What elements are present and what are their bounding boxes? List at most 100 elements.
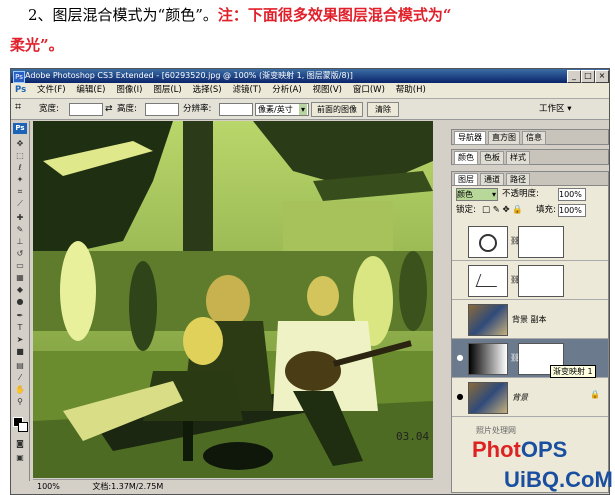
menu-analysis[interactable]: 分析(A) <box>268 83 305 98</box>
pen-icon[interactable]: ✒ <box>14 311 26 320</box>
menu-select[interactable]: 选择(S) <box>189 83 226 98</box>
status-bar: 100% 文档:1.37M/2.75M <box>33 479 433 494</box>
resolution-input[interactable] <box>219 103 253 116</box>
dodge-icon[interactable]: ● <box>14 297 26 306</box>
options-bar: ⌗ 宽度: ⇄ 高度: 分辨率: 像素/英寸 ▾ 前面的图像 清除 工作区 ▾ <box>11 99 609 120</box>
tab-color[interactable]: 颜色 <box>454 151 478 165</box>
height-label: 高度: <box>117 104 137 114</box>
maximize-button[interactable]: □ <box>581 70 595 83</box>
chevron-down-icon: ▾ <box>491 190 496 199</box>
photo-thumb <box>468 382 508 414</box>
menu-filter[interactable]: 滤镜(T) <box>228 83 265 98</box>
width-label: 宽度: <box>39 104 59 114</box>
shape-icon[interactable]: ■ <box>14 347 26 356</box>
crop-icon[interactable]: ⌗ <box>14 187 26 196</box>
visibility-toggle[interactable] <box>455 236 465 246</box>
opacity-input[interactable]: 100% <box>558 188 586 201</box>
curves-thumb <box>468 265 508 297</box>
slice-icon[interactable]: ⟋ <box>14 199 26 208</box>
eye-icon[interactable]: ● <box>455 353 465 363</box>
zoom-level[interactable]: 100% <box>33 482 60 491</box>
stamp-icon[interactable]: ⊥ <box>14 237 26 246</box>
layer-row[interactable]: ⛓ <box>452 261 608 300</box>
instruction-line-1: 2、图层混合模式为“颜色”。注：下面很多效果图层混合模式为“ <box>28 4 452 25</box>
tab-styles[interactable]: 样式 <box>506 151 530 165</box>
layer-row[interactable]: ⛓ <box>452 222 608 261</box>
opacity-label: 不透明度: <box>502 189 539 199</box>
lock-icon: 🔒 <box>590 390 600 399</box>
tab-histogram[interactable]: 直方图 <box>488 131 520 145</box>
tab-swatches[interactable]: 色板 <box>480 151 504 165</box>
layer-tooltip: 渐变映射 1 <box>550 365 596 378</box>
duotone-photo <box>33 121 433 478</box>
menu-ps-icon[interactable]: Ps <box>11 83 30 98</box>
layer-row[interactable]: ● 背景 🔒 <box>452 378 608 417</box>
blend-mode-select[interactable]: 颜色 ▾ <box>456 188 498 201</box>
ps-app-icon: Ps <box>13 71 25 83</box>
layer-mask-thumb[interactable] <box>518 265 564 297</box>
brush-icon[interactable]: ✎ <box>14 225 26 234</box>
menu-edit[interactable]: 编辑(E) <box>72 83 109 98</box>
toolbox: Ps ✥ ⬚ ℓ ✦ ⌗ ⟋ ✚ ✎ ⊥ ↺ ▭ ▦ ◆ ● ✒ T ➤ ■ ▤… <box>11 121 30 481</box>
layer-name: 背景 <box>512 393 528 402</box>
color-panel-tabs: 颜色 色板 样式 <box>451 149 609 165</box>
fill-label: 填充: <box>536 205 556 215</box>
instruction-line-2: 柔光”。 <box>10 36 64 54</box>
photops-logo: PhotOPS <box>472 437 568 462</box>
image-canvas[interactable] <box>33 121 433 478</box>
eraser-icon[interactable]: ▭ <box>14 261 26 270</box>
crop-tool-icon[interactable]: ⌗ <box>15 101 21 113</box>
menu-image[interactable]: 图像(I) <box>112 83 146 98</box>
workspace-menu[interactable]: 工作区 ▾ <box>539 103 571 115</box>
type-icon[interactable]: T <box>14 323 26 332</box>
doc-size: 文档:1.37M/2.75M <box>92 482 164 491</box>
photoshop-window: Ps Adobe Photoshop CS3 Extended - [60293… <box>10 68 610 495</box>
tab-navigator[interactable]: 导航器 <box>454 131 486 145</box>
eye-icon[interactable]: ● <box>455 392 465 402</box>
front-image-button[interactable]: 前面的图像 <box>311 102 363 117</box>
hand-icon[interactable]: ✋ <box>14 385 26 394</box>
screen-mode-icon[interactable]: ▣ <box>14 453 26 462</box>
menu-file[interactable]: 文件(F) <box>33 83 70 98</box>
magic-wand-icon[interactable]: ✦ <box>14 175 26 184</box>
lock-label: 锁定: <box>456 205 476 215</box>
clear-button[interactable]: 清除 <box>367 102 399 117</box>
height-input[interactable] <box>145 103 179 116</box>
move-tool-icon[interactable]: ✥ <box>14 139 26 148</box>
tab-info[interactable]: 信息 <box>522 131 546 145</box>
gradient-icon[interactable]: ▦ <box>14 273 26 282</box>
window-title: Adobe Photoshop CS3 Extended - [60293520… <box>25 71 353 80</box>
lasso-tool-icon[interactable]: ℓ <box>14 163 26 172</box>
photo-thumb <box>468 304 508 336</box>
menu-help[interactable]: 帮助(H) <box>392 83 430 98</box>
path-select-icon[interactable]: ➤ <box>14 335 26 344</box>
fill-input[interactable]: 100% <box>558 204 586 217</box>
menu-bar: Ps 文件(F) 编辑(E) 图像(I) 图层(L) 选择(S) 滤镜(T) 分… <box>11 83 609 99</box>
chevron-down-icon: ▾ <box>299 104 307 115</box>
swap-icon[interactable]: ⇄ <box>105 103 113 115</box>
ps-logo-icon: Ps <box>13 123 27 134</box>
minimize-button[interactable]: _ <box>567 70 581 83</box>
unit-select[interactable]: 像素/英寸 ▾ <box>255 103 309 116</box>
menu-layer[interactable]: 图层(L) <box>149 83 185 98</box>
menu-window[interactable]: 窗口(W) <box>349 83 389 98</box>
blur-icon[interactable]: ◆ <box>14 285 26 294</box>
zoom-icon[interactable]: ⚲ <box>14 397 26 406</box>
lock-icons[interactable]: □ ✎ ✥ 🔒 <box>482 204 523 216</box>
visibility-toggle[interactable] <box>455 314 465 324</box>
visibility-toggle[interactable] <box>455 275 465 285</box>
healing-icon[interactable]: ✚ <box>14 213 26 222</box>
layer-row[interactable]: 背景 副本 <box>452 300 608 339</box>
width-input[interactable] <box>69 103 103 116</box>
history-brush-icon[interactable]: ↺ <box>14 249 26 258</box>
menu-view[interactable]: 视图(V) <box>309 83 346 98</box>
marquee-tool-icon[interactable]: ⬚ <box>14 151 26 160</box>
eyedropper-icon[interactable]: ⁄ <box>14 373 26 382</box>
layer-row-selected[interactable]: ● ⛓ 渐变映射 1 <box>452 339 608 378</box>
background-color-swatch[interactable] <box>18 422 28 432</box>
notes-icon[interactable]: ▤ <box>14 361 26 370</box>
close-button[interactable]: × <box>595 70 609 83</box>
quick-mask-icon[interactable]: ◙ <box>14 439 26 448</box>
layer-mask-thumb[interactable] <box>518 226 564 258</box>
watermark-small-text: 照片处理网 <box>476 426 516 435</box>
